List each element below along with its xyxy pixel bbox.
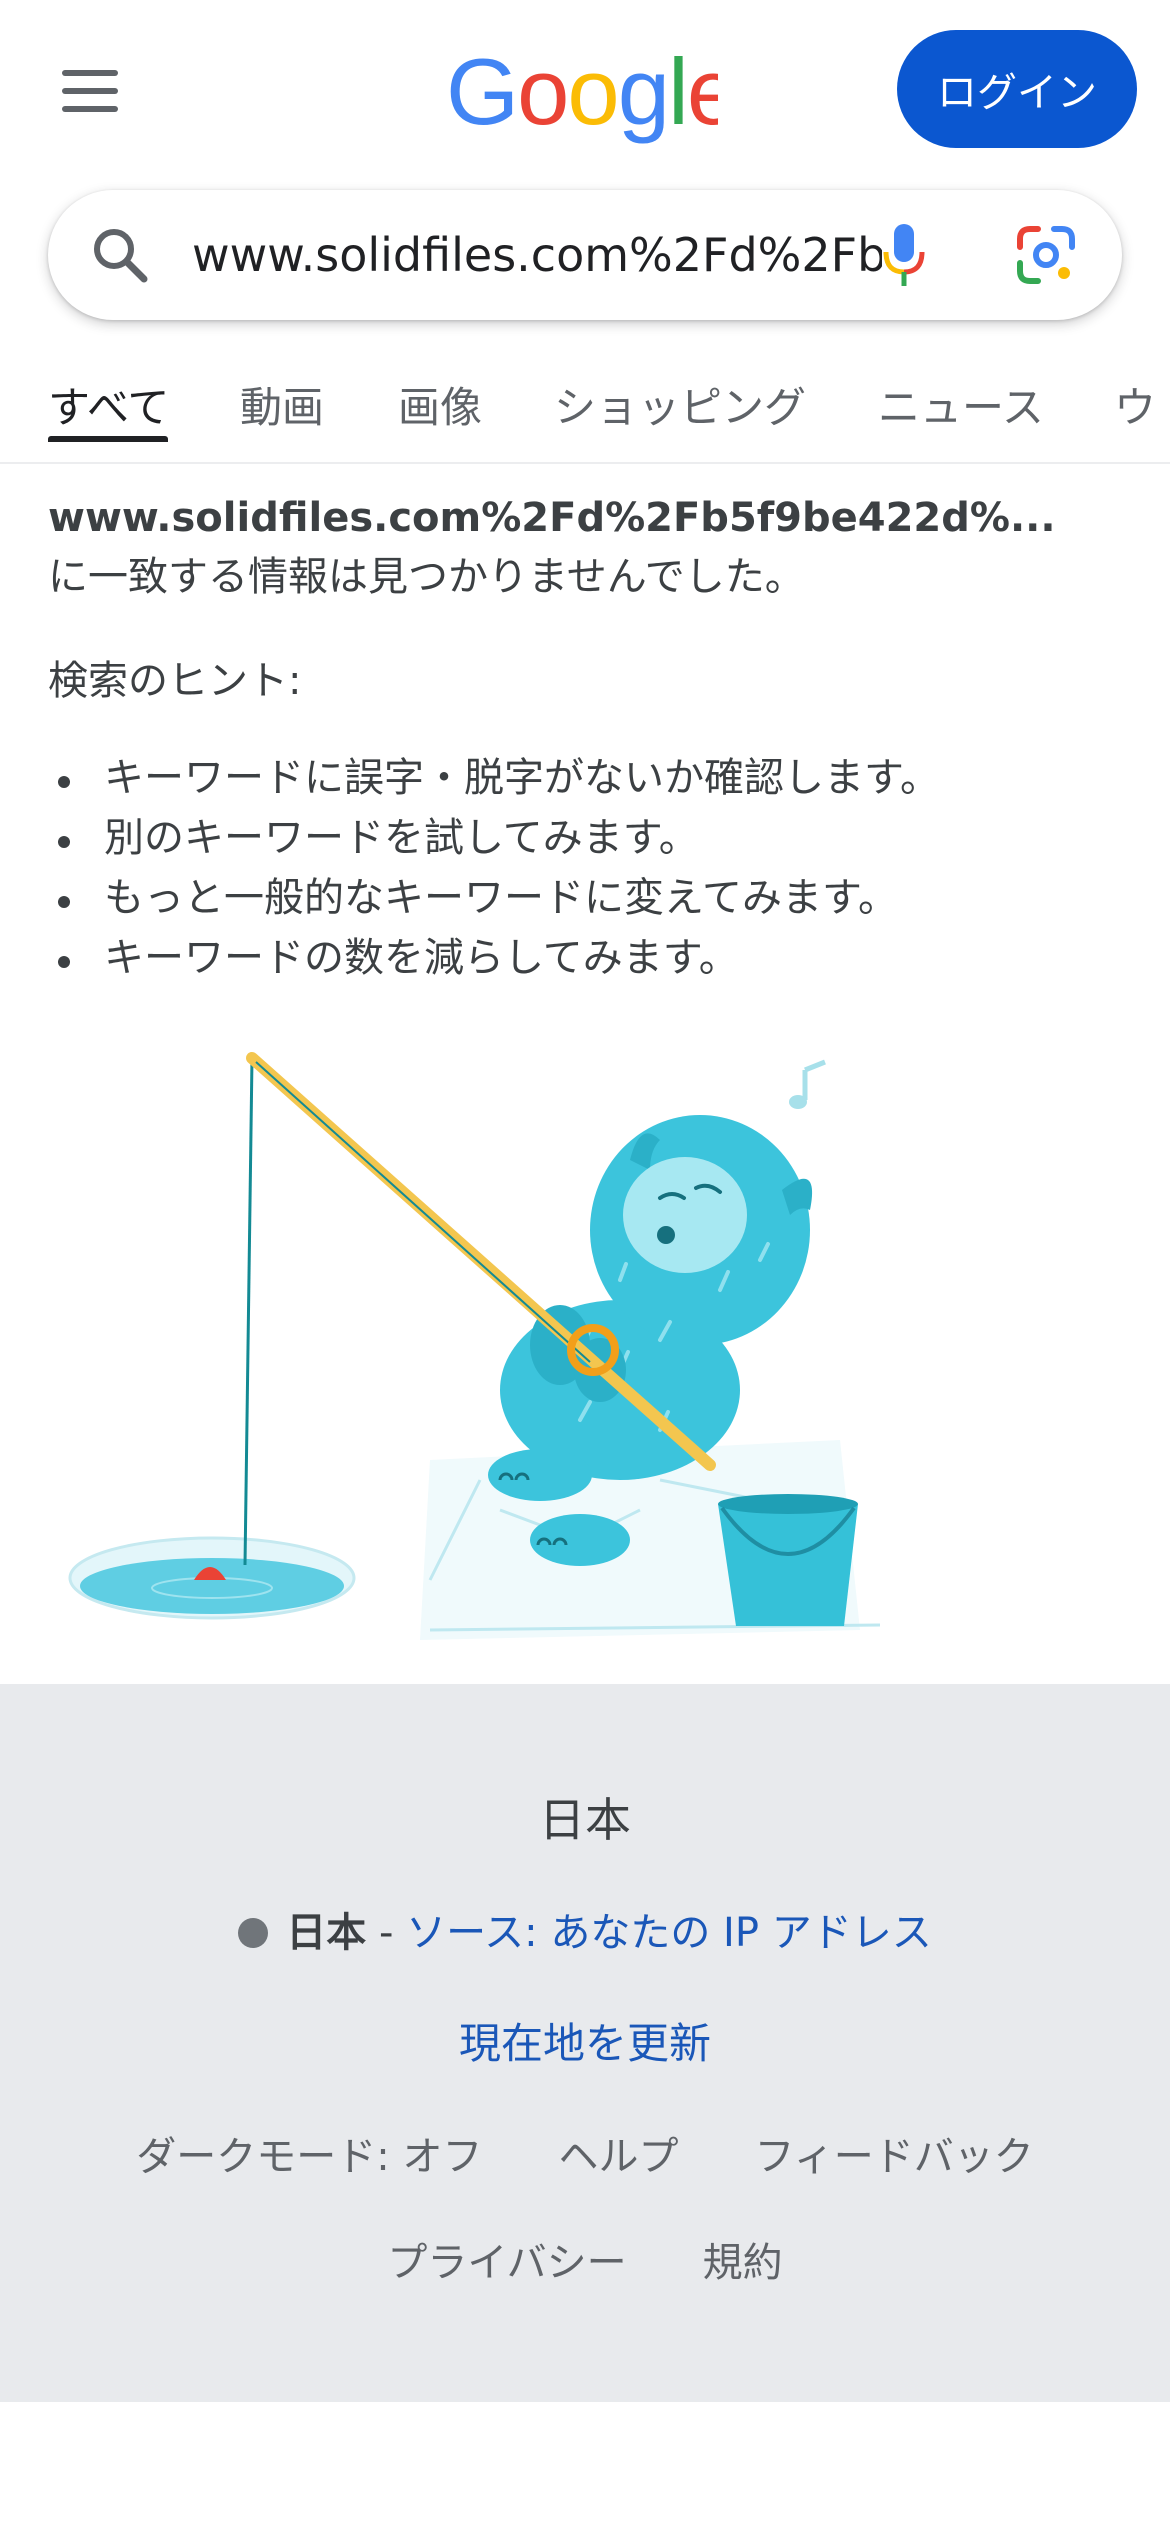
footer-links-row: プライバシー 規約 bbox=[0, 2230, 1170, 2288]
hint-item: キーワードに誤字・脱字がないか確認します。 bbox=[48, 748, 1128, 808]
tab-images[interactable]: 画像 bbox=[398, 374, 482, 435]
menu-icon[interactable] bbox=[48, 58, 132, 124]
microphone-icon[interactable] bbox=[876, 220, 932, 292]
svg-text:Google: Google bbox=[446, 42, 718, 144]
location-separator: - bbox=[366, 1910, 407, 1956]
update-location-link[interactable]: 現在地を更新 bbox=[0, 2010, 1170, 2071]
search-icon[interactable] bbox=[88, 223, 152, 287]
search-input[interactable] bbox=[192, 215, 882, 295]
tab-shopping[interactable]: ショッピング bbox=[554, 374, 806, 435]
no-results-text: に一致する情報は見つかりませんでした。 bbox=[48, 554, 805, 600]
terms-link[interactable]: 規約 bbox=[703, 2240, 783, 2286]
location-dot-icon bbox=[238, 1918, 269, 1948]
footer-links-row: ダークモード: オフ ヘルプ フィードバック bbox=[0, 2124, 1170, 2182]
location-source-link[interactable]: ソース: あなたの IP アドレス bbox=[406, 1910, 932, 1956]
hint-item: 別のキーワードを試してみます。 bbox=[48, 808, 1128, 868]
country-title: 日本 bbox=[539, 1793, 631, 1847]
ice-fishing-illustration bbox=[68, 1052, 881, 1640]
feedback-link[interactable]: フィードバック bbox=[755, 2134, 1034, 2180]
query-text: www.solidfiles.com%2Fd%2Fb5f9be422d%... bbox=[48, 495, 1056, 541]
divider bbox=[0, 462, 1170, 464]
hint-title: 検索のヒント: bbox=[48, 658, 302, 704]
search-bar bbox=[48, 190, 1122, 320]
location-name: 日本 bbox=[286, 1910, 367, 1956]
hint-item: キーワードの数を減らしてみます。 bbox=[48, 928, 1128, 988]
no-results-message: www.solidfiles.com%2Fd%2Fb5f9be422d%... … bbox=[48, 488, 1128, 606]
privacy-link[interactable]: プライバシー bbox=[387, 2240, 626, 2286]
footer: 日本 日本 - ソース: あなたの IP アドレス 現在地を更新 ダークモード:… bbox=[0, 1684, 1170, 2402]
tab-news[interactable]: ニュース bbox=[878, 374, 1044, 435]
google-lens-icon[interactable] bbox=[1014, 223, 1078, 287]
tab-all[interactable]: すべて bbox=[48, 374, 169, 435]
header: Google ログイン bbox=[0, 0, 1170, 180]
google-logo[interactable]: Google bbox=[446, 42, 718, 146]
location-line: 日本 - ソース: あなたの IP アドレス bbox=[0, 1900, 1170, 1958]
hint-item: もっと一般的なキーワードに変えてみます。 bbox=[48, 868, 1128, 928]
tab-videos[interactable]: 動画 bbox=[240, 374, 324, 435]
login-button[interactable]: ログイン bbox=[897, 30, 1137, 148]
dark-mode-toggle[interactable]: ダークモード: オフ bbox=[136, 2134, 482, 2180]
search-tabs: すべて 動画 画像 ショッピング ニュース ウ bbox=[0, 360, 1170, 465]
tab-web[interactable]: ウ bbox=[1114, 374, 1156, 435]
help-link[interactable]: ヘルプ bbox=[559, 2134, 679, 2180]
hint-list: キーワードに誤字・脱字がないか確認します。 別のキーワードを試してみます。 もっ… bbox=[48, 748, 1128, 988]
active-tab-indicator bbox=[48, 436, 168, 442]
